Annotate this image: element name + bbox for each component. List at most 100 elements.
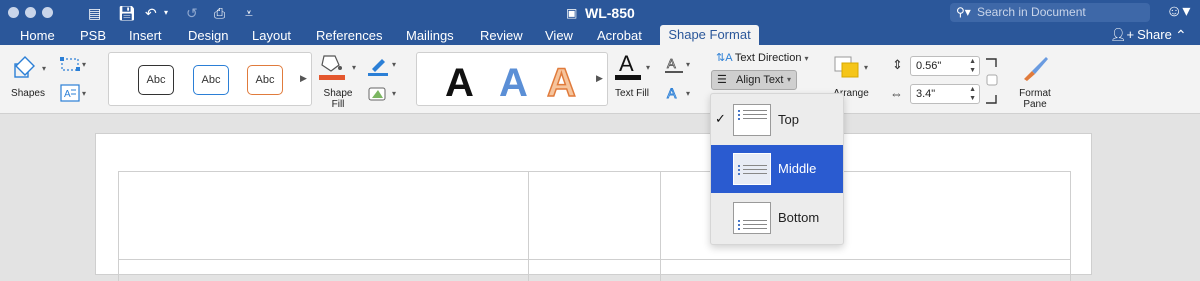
text-box-icon[interactable]: A — [60, 84, 80, 107]
sidebar-toggle-icon[interactable]: ▤ — [88, 5, 101, 21]
shape-style-1[interactable]: Abc — [138, 65, 174, 95]
align-bottom-icon — [733, 202, 771, 234]
arrange-icon[interactable] — [834, 55, 862, 84]
align-text-button[interactable]: ☰ Align Text ▾ — [711, 70, 797, 90]
edit-shape-dropdown-icon[interactable]: ▾ — [82, 60, 86, 69]
tab-design[interactable]: Design — [188, 28, 228, 43]
document-title: WL-850 — [585, 5, 635, 21]
undo-dropdown-icon[interactable]: ▾ — [164, 5, 168, 21]
svg-text:A: A — [64, 89, 71, 100]
table-border-right — [1070, 171, 1071, 281]
lock-aspect-ratio-icon[interactable] — [985, 58, 999, 109]
align-text-dropdown-icon: ▾ — [787, 75, 792, 84]
share-button[interactable]: 👤︎+ Share — [1110, 27, 1172, 42]
close-window-button[interactable] — [8, 7, 19, 18]
shape-outline-icon[interactable] — [368, 55, 388, 82]
edit-shape-icon[interactable] — [60, 56, 80, 77]
shape-fill-dropdown-icon[interactable]: ▾ — [352, 63, 356, 72]
align-middle-icon — [733, 153, 771, 185]
wordart-style-2[interactable]: A — [499, 61, 528, 105]
text-fill-label: Text Fill — [615, 88, 649, 99]
tab-mailings[interactable]: Mailings — [406, 28, 454, 43]
shape-height-value: 0.56" — [916, 60, 942, 72]
tab-references[interactable]: References — [316, 28, 382, 43]
shape-width-icon: ⇔ — [890, 86, 903, 101]
wordart-more-icon[interactable]: ▶ — [596, 73, 603, 84]
table-border-middle — [118, 259, 1071, 260]
redo-icon[interactable]: ↺ — [186, 5, 198, 21]
align-middle-label: Middle — [778, 161, 817, 176]
text-fill-icon[interactable]: A — [614, 51, 642, 86]
text-direction-icon: ⇅A — [716, 52, 732, 64]
table-column-divider-1 — [528, 171, 529, 281]
text-direction-dropdown-icon: ▾ — [804, 54, 809, 63]
ribbon-tab-bar: Home PSB Insert Design Layout References… — [0, 25, 1200, 45]
table-border-top — [118, 171, 1071, 172]
undo-icon[interactable]: ↶ — [145, 5, 157, 21]
search-placeholder: Search in Document — [977, 5, 1086, 19]
collapse-ribbon-icon[interactable]: ⌃ — [1175, 25, 1187, 45]
save-icon[interactable]: 💾︎ — [118, 5, 136, 21]
feedback-smiley-icon[interactable]: ☺▾ — [1166, 3, 1190, 21]
tab-psb[interactable]: PSB — [80, 28, 106, 43]
text-direction-button[interactable]: ⇅A Text Direction ▾ — [716, 51, 809, 66]
shape-styles-more-icon[interactable]: ▶ — [300, 73, 307, 84]
align-top-label: Top — [778, 112, 799, 127]
shape-width-value: 3.4" — [916, 88, 936, 100]
search-input[interactable]: ⚲▾ Search in Document — [950, 3, 1150, 22]
text-outline-icon[interactable]: A — [664, 55, 684, 80]
document-area — [0, 114, 1200, 281]
wordart-style-3[interactable]: A — [546, 60, 576, 106]
shapes-dropdown-icon[interactable]: ▾ — [42, 64, 46, 73]
text-direction-label: Text Direction — [734, 52, 802, 64]
format-pane-icon[interactable] — [1020, 53, 1050, 88]
tab-view[interactable]: View — [545, 28, 573, 43]
svg-text:A: A — [667, 56, 676, 71]
search-icon: ⚲▾ — [956, 5, 971, 19]
shape-style-3[interactable]: Abc — [247, 65, 283, 95]
text-effects-icon[interactable]: A — [664, 84, 684, 107]
table-column-divider-2 — [660, 171, 661, 281]
align-bottom-menu-item[interactable]: Bottom — [711, 194, 843, 242]
text-outline-dropdown-icon[interactable]: ▾ — [686, 60, 690, 69]
checkmark-icon: ✓ — [715, 111, 726, 126]
tab-home[interactable]: Home — [20, 28, 55, 43]
wordart-styles-gallery: A A A ▶ — [416, 52, 608, 106]
align-text-menu: ✓ Top Middle Bottom — [710, 93, 844, 245]
zoom-window-button[interactable] — [42, 7, 53, 18]
document-page[interactable] — [95, 133, 1092, 281]
shape-width-input[interactable]: 3.4" ▲ ▼ — [910, 84, 980, 104]
tab-insert[interactable]: Insert — [129, 28, 162, 43]
shapes-icon[interactable] — [12, 55, 36, 79]
shape-style-2[interactable]: Abc — [193, 65, 229, 95]
minimize-window-button[interactable] — [25, 7, 36, 18]
shape-effects-dropdown-icon[interactable]: ▾ — [392, 89, 396, 98]
shape-height-input[interactable]: 0.56" ▲ ▼ — [910, 56, 980, 76]
align-text-icon: ☰ — [717, 74, 727, 86]
text-effects-dropdown-icon[interactable]: ▾ — [686, 89, 690, 98]
align-middle-menu-item[interactable]: Middle — [711, 145, 843, 193]
shape-fill-label: Shape Fill — [323, 88, 353, 110]
shape-effects-icon[interactable] — [368, 85, 388, 108]
align-bottom-label: Bottom — [778, 210, 820, 225]
share-label: Share — [1137, 27, 1172, 42]
svg-text:A: A — [667, 85, 677, 101]
wordart-style-1[interactable]: A — [445, 61, 474, 105]
tab-review[interactable]: Review — [480, 28, 523, 43]
align-text-label: Align Text — [736, 74, 784, 86]
tab-shape-format[interactable]: Shape Format — [660, 25, 759, 45]
align-top-menu-item[interactable]: ✓ Top — [711, 96, 843, 144]
tab-layout[interactable]: Layout — [252, 28, 291, 43]
shape-outline-dropdown-icon[interactable]: ▾ — [392, 60, 396, 69]
title-bar: ▤ 💾︎ ↶ ▾ ↺ ⎙ ⩡ ▣ WL-850 ⚲▾ Search in Doc… — [0, 0, 1200, 25]
arrange-dropdown-icon[interactable]: ▾ — [864, 63, 868, 72]
add-person-icon: 👤︎+ — [1110, 27, 1135, 42]
text-box-dropdown-icon[interactable]: ▾ — [82, 89, 86, 98]
text-fill-dropdown-icon[interactable]: ▾ — [646, 63, 650, 72]
customize-toolbar-icon[interactable]: ⩡ — [245, 5, 253, 21]
shape-fill-icon[interactable] — [319, 53, 345, 86]
tab-acrobat[interactable]: Acrobat — [597, 28, 642, 43]
height-stepper-icon[interactable]: ▲ ▼ — [969, 57, 976, 75]
print-icon[interactable]: ⎙ — [214, 5, 225, 21]
width-stepper-icon[interactable]: ▲ ▼ — [969, 85, 976, 103]
